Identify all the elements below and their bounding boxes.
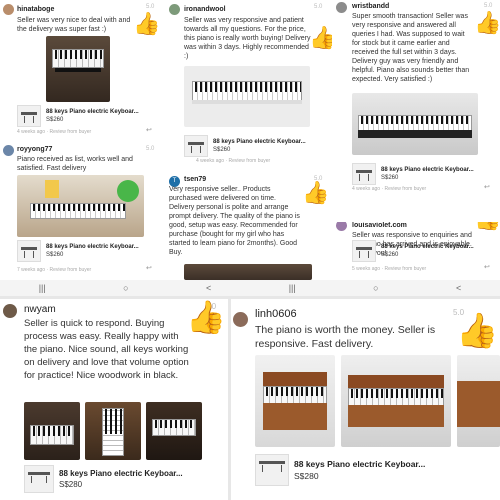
product-card[interactable]: 88 keys Piano electric Keyboar... S$260 (352, 163, 474, 185)
product-thumbnail (24, 465, 54, 493)
product-card[interactable]: 88 keys Piano electric Keyboar... S$260 (17, 240, 139, 262)
review-text: Seller was very responsive and patient t… (184, 17, 311, 60)
review-card-royyong77: royyong77 5.0 Piano received as list, wo… (0, 143, 166, 280)
review-meta: 4 weeks ago · Review from buyer (17, 129, 92, 135)
thumbs-up-icon: 👍 (302, 180, 330, 205)
review-photo[interactable] (146, 402, 202, 460)
product-card[interactable]: 88 keys Piano electric Keyboar... S$260 (184, 135, 306, 157)
system-nav-bar: ||| ○ < ||| ○ < (0, 280, 500, 296)
avatar[interactable] (336, 222, 347, 231)
product-card[interactable]: 88 keys Piano electric Keyboar... S$260 (17, 105, 139, 127)
username[interactable]: ironandwool (184, 6, 226, 13)
reply-icon[interactable]: ↩ (484, 183, 490, 191)
thumbs-up-icon: 👍 (456, 312, 499, 350)
review-meta: 4 weeks ago · Review from buyer (352, 186, 427, 192)
product-card[interactable]: 88 keys Piano electric Keyboar... S$280 (24, 465, 183, 493)
review-card-hinataboge: hinataboge 5.0 Seller was very nice to d… (0, 0, 166, 143)
product-card[interactable]: 88 keys Piano electric Keyboar... S$280 (255, 454, 425, 486)
product-title: 88 keys Piano electric Keyboar... (46, 244, 139, 250)
review-photo[interactable] (85, 402, 141, 460)
product-price: S$260 (46, 117, 64, 123)
product-thumbnail (352, 240, 376, 262)
reply-icon[interactable]: ↩ (146, 126, 152, 134)
username[interactable]: royyong77 (17, 146, 52, 153)
thumbs-up-icon: 👍 (309, 25, 332, 50)
reply-icon[interactable]: ↩ (146, 264, 152, 272)
back-button[interactable]: < (456, 283, 461, 293)
product-price: S$260 (46, 252, 64, 258)
rating-badge: 5.0 (484, 3, 493, 9)
review-photo[interactable] (341, 355, 451, 447)
review-text: Piano received as list, works well and s… (17, 156, 133, 172)
review-photo[interactable] (46, 36, 110, 102)
review-meta: 5 weeks ago · Review from buyer (352, 266, 427, 272)
review-photo[interactable] (255, 355, 335, 447)
product-price: S$260 (381, 252, 399, 258)
rating-badge: 5.0 (146, 146, 155, 152)
username[interactable]: nwyam (24, 304, 56, 315)
product-thumbnail (352, 163, 376, 185)
avatar[interactable] (3, 304, 17, 318)
review-card-wristbandd: wristbandd 5.0 Super smooth transaction!… (332, 0, 500, 222)
product-price: S$280 (59, 480, 83, 489)
product-title: 88 keys Piano electric Keyboar... (381, 244, 474, 250)
review-photo[interactable] (352, 93, 478, 155)
review-text: Seller is quick to respond. Buying proce… (24, 318, 189, 381)
avatar[interactable] (233, 312, 248, 327)
username[interactable]: linh0606 (255, 308, 297, 320)
recent-apps-button[interactable]: ||| (289, 283, 296, 293)
product-price: S$260 (213, 147, 231, 153)
product-card[interactable]: 88 keys Piano electric Keyboar... S$260 (352, 240, 474, 262)
back-button[interactable]: < (206, 283, 211, 293)
thumbs-up-icon: 👍 (474, 10, 500, 35)
product-title: 88 keys Piano electric Keyboar... (46, 109, 139, 115)
username[interactable]: wristbandd (352, 3, 389, 10)
review-card-tsen79: T tsen79 5.0 Very responsive seller.. Pr… (166, 170, 332, 280)
avatar[interactable] (169, 4, 180, 15)
username[interactable]: hinataboge (17, 6, 54, 13)
review-meta: 4 weeks ago · Review from buyer (196, 158, 271, 164)
thumbs-up-icon: 👍 (186, 299, 226, 335)
thumbs-up-icon: 👍 (474, 222, 500, 230)
review-card-linh0606: linh0606 5.0 The piano is worth the mone… (231, 299, 500, 500)
review-card-ironandwool: ironandwool 5.0 Seller was very responsi… (166, 0, 332, 170)
username[interactable]: tsen79 (184, 176, 206, 183)
avatar[interactable] (336, 2, 347, 13)
product-thumbnail (255, 454, 289, 486)
product-title: 88 keys Piano electric Keyboar... (59, 469, 183, 478)
rating-badge: 5.0 (146, 4, 155, 10)
home-button[interactable]: ○ (123, 283, 128, 293)
review-card-nwyam: nwyam 5.0 Seller is quick to respond. Bu… (0, 299, 228, 500)
review-photo[interactable] (184, 66, 310, 127)
product-title: 88 keys Piano electric Keyboar... (294, 459, 426, 469)
rating-badge: 5.0 (314, 4, 323, 10)
review-photo[interactable] (457, 355, 500, 447)
review-photo[interactable] (17, 175, 144, 237)
review-text: Seller was very nice to deal with and th… (17, 17, 131, 33)
product-price: S$260 (381, 175, 399, 181)
username[interactable]: louisaviolet.com (352, 222, 407, 229)
thumbs-up-icon: 👍 (133, 11, 161, 36)
review-meta: 7 weeks ago · Review from buyer (17, 267, 92, 273)
reply-icon[interactable]: ↩ (484, 263, 490, 271)
recent-apps-button[interactable]: ||| (39, 283, 46, 293)
product-thumbnail (184, 135, 208, 157)
review-text: Very responsive seller.. Products purcha… (169, 186, 300, 256)
home-button[interactable]: ○ (373, 283, 378, 293)
review-photo[interactable] (24, 402, 80, 460)
product-title: 88 keys Piano electric Keyboar... (213, 139, 306, 145)
product-title: 88 keys Piano electric Keyboar... (381, 167, 474, 173)
product-thumbnail (17, 240, 41, 262)
review-photo[interactable] (184, 264, 312, 280)
review-text: Super smooth transaction! Seller was ver… (352, 13, 470, 83)
product-thumbnail (17, 105, 41, 127)
avatar[interactable] (3, 145, 14, 156)
product-price: S$280 (294, 471, 319, 481)
avatar[interactable] (3, 4, 14, 15)
review-text: The piano is worth the money. Seller is … (255, 324, 436, 350)
